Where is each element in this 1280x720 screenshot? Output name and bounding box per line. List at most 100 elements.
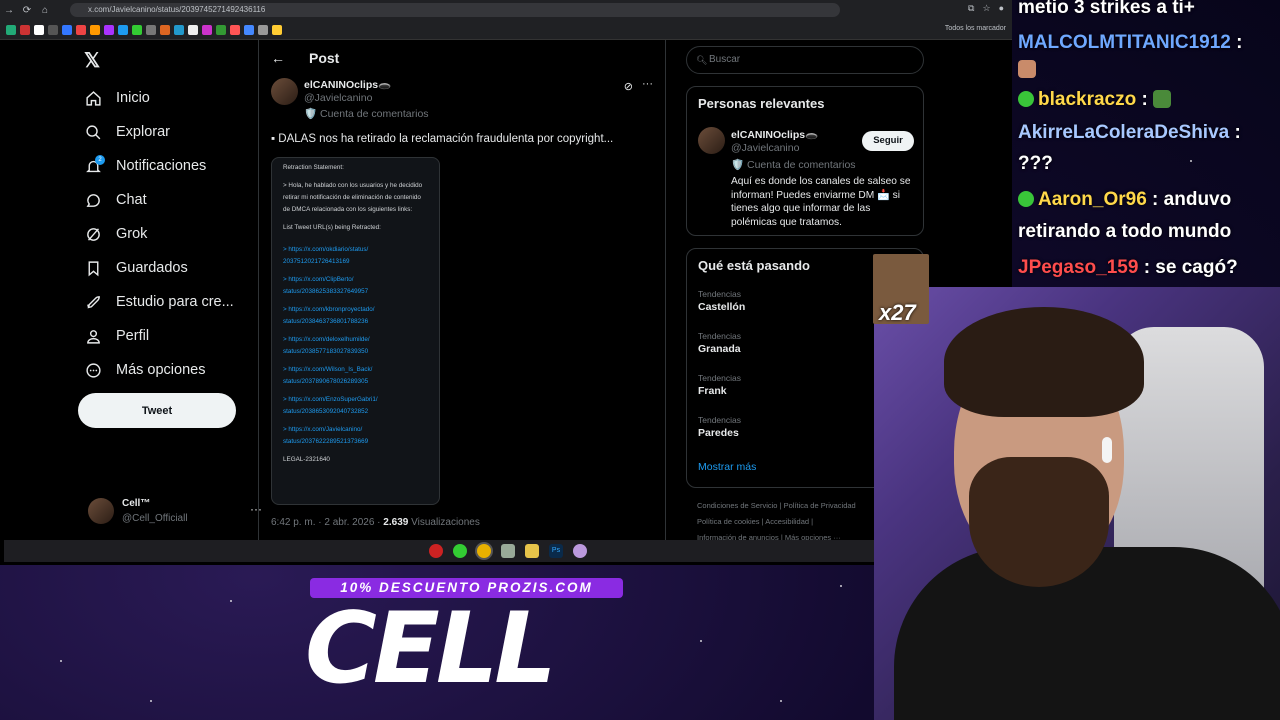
trend-item[interactable]: Tendencias Paredes (698, 415, 741, 439)
star-icon[interactable]: ☆ (982, 3, 990, 14)
nav-item-grok[interactable]: Grok (84, 219, 147, 249)
chat-message: MALCOLMTITANIC1912 : (1018, 27, 1243, 59)
nav-item-perfil[interactable]: Perfil (84, 321, 149, 351)
nav-item-explorar[interactable]: Explorar (84, 117, 170, 147)
user-bio: Aquí es donde los canales de salseo se i… (731, 176, 911, 228)
show-more-link[interactable]: Mostrar más (698, 461, 756, 473)
post-text: ▪ DALAS nos ha retirado la reclamación f… (271, 133, 614, 145)
trend-category: Tendencias (698, 331, 742, 341)
post-meta: 6:42 p. m. · 2 abr. 2026 · 2.639 Visuali… (271, 517, 480, 528)
chat-message: JPegaso_159 : se cagó? (1018, 252, 1238, 284)
follow-button[interactable]: Seguir (862, 131, 914, 151)
bookmark-icon[interactable] (34, 24, 44, 35)
app-icon[interactable] (573, 544, 587, 558)
post-time[interactable]: 6:42 p. m. · 2 abr. 2026 · (271, 517, 383, 528)
account-name: Cell™ (122, 498, 151, 509)
tweet-button[interactable]: Tweet (78, 393, 236, 428)
account-handle: @Cell_Officiall (122, 513, 188, 524)
user-handle[interactable]: @Javielcanino (731, 142, 799, 154)
avatar[interactable] (698, 127, 725, 154)
back-icon[interactable]: → (0, 5, 18, 16)
nav-label: Inicio (116, 90, 150, 106)
reload-icon[interactable]: ⟳ (18, 5, 36, 16)
statement-title: Retraction Statement: (283, 164, 344, 171)
notification-badge: 2 (95, 155, 105, 165)
chat-text: retirando a todo mundo (1018, 221, 1232, 242)
url-text: x.com/Javielcanino/status/20397452714924… (88, 5, 266, 14)
back-arrow-icon[interactable]: ← (271, 50, 285, 66)
folder-icon[interactable] (525, 544, 539, 558)
statement-legal: LEGAL-2321640 (283, 456, 330, 463)
statement-link: > https://x.com/EnzoSuperGabri1/ status/… (283, 396, 378, 415)
app-icon[interactable] (501, 544, 515, 558)
statement-link: > https://x.com/okdiario/status/ 2037512… (283, 246, 369, 265)
author-name[interactable]: elCANINOclips🕳️ (304, 78, 391, 91)
home-icon[interactable]: ⌂ (36, 5, 54, 16)
bookmark-icon[interactable] (202, 24, 212, 35)
bookmark-icon[interactable] (48, 24, 58, 35)
card-title: Qué está pasando (698, 258, 810, 273)
bookmark-icon[interactable] (6, 24, 16, 35)
trend-category: Tendencias (698, 415, 742, 425)
bookmark-icon[interactable] (272, 24, 282, 35)
footer-link[interactable]: Política de cookies (697, 517, 760, 526)
bookmark-icon[interactable] (230, 24, 240, 35)
bookmark-icon (84, 259, 102, 277)
profile-icon[interactable]: ● (999, 3, 1004, 14)
footer-link[interactable]: Política de Privacidad (784, 501, 856, 510)
x-logo-icon[interactable]: 𝕏 (84, 48, 100, 73)
bookmark-icon[interactable] (62, 24, 72, 35)
nav-item-mas-opciones[interactable]: Más opciones (84, 355, 205, 385)
extension-icon[interactable]: ⧉ (968, 3, 974, 14)
author-avatar[interactable] (271, 78, 298, 105)
bookmark-icon[interactable] (90, 24, 100, 35)
bookmark-icon[interactable] (132, 24, 142, 35)
footer-link[interactable]: Condiciones de Servicio (697, 501, 777, 510)
trend-item[interactable]: Tendencias Granada (698, 331, 741, 355)
bookmark-icon[interactable] (216, 24, 226, 35)
post-author: elCANINOclips🕳️ @Javielcanino 🛡️ Cuenta … (271, 78, 661, 122)
bookmark-icon[interactable] (258, 24, 268, 35)
bookmark-icon[interactable] (118, 24, 128, 35)
streamer-beard (969, 457, 1109, 587)
bookmark-icon[interactable] (174, 24, 184, 35)
nav-label: Notificaciones (116, 158, 207, 174)
photoshop-icon[interactable]: Ps (549, 544, 563, 558)
bookmark-icon[interactable] (244, 24, 254, 35)
bookmark-icon[interactable] (76, 24, 86, 35)
nav-item-estudio[interactable]: Estudio para cre... (84, 287, 234, 317)
bookmark-folder[interactable]: Todos los marcador (945, 25, 1006, 32)
chat-text: : se cagó? (1138, 257, 1238, 278)
bookmark-icon[interactable] (20, 24, 30, 35)
earbud (1102, 437, 1112, 463)
nav-label: Grok (116, 226, 148, 242)
footer-link[interactable]: Accesibilidad (765, 517, 809, 526)
address-bar[interactable]: x.com/Javielcanino/status/20397452714924… (70, 3, 840, 17)
more-icon[interactable]: ··· (642, 78, 653, 90)
rocket-icon (84, 293, 102, 311)
trend-topic: Paredes (698, 427, 739, 439)
statement-link: > https://x.com/Wilson_Is_Back/ status/2… (283, 366, 373, 385)
post-image[interactable]: Retraction Statement: > Hola, he hablado… (271, 157, 440, 505)
user-name[interactable]: elCANINOclips🕳️ (731, 128, 818, 141)
account-switcher[interactable]: Cell™ @Cell_Officiall ··· (88, 496, 262, 532)
nav-item-chat[interactable]: Chat (84, 185, 147, 215)
author-handle[interactable]: @Javielcanino (304, 92, 372, 104)
grok-icon[interactable]: ⊘ (624, 80, 633, 93)
nav-label: Estudio para cre... (116, 294, 234, 310)
nav-item-notificaciones[interactable]: 2 Notificaciones (84, 151, 206, 181)
bookmark-icon[interactable] (146, 24, 156, 35)
bookmark-icon[interactable] (104, 24, 114, 35)
nav-label: Más opciones (116, 362, 206, 378)
nav-item-guardados[interactable]: Guardados (84, 253, 188, 283)
app-icon[interactable] (429, 544, 443, 558)
trend-item[interactable]: Tendencias Frank (698, 373, 741, 397)
bookmark-icon[interactable] (160, 24, 170, 35)
bookmark-icon[interactable] (188, 24, 198, 35)
search-input[interactable]: 🔍︎ Buscar (686, 46, 924, 74)
verified-dot-icon (1018, 91, 1034, 107)
chrome-icon[interactable] (477, 544, 491, 558)
trend-item[interactable]: Tendencias Castellón (698, 289, 745, 313)
nav-item-inicio[interactable]: Inicio (84, 83, 150, 113)
app-icon[interactable] (453, 544, 467, 558)
